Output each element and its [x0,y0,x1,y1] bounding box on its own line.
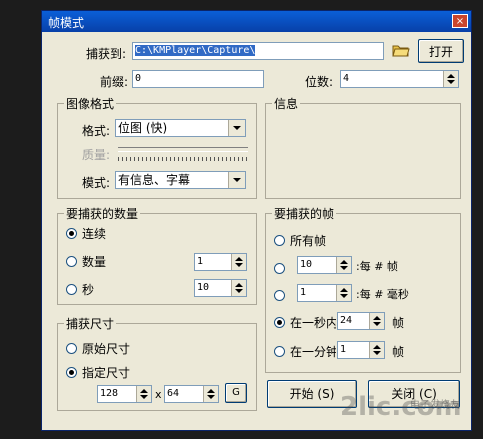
quality-slider[interactable] [118,147,248,161]
window-title: 帧模式 [48,16,85,30]
per-second-label: 在一秒内 [290,316,336,330]
capture-to-label: 捕获到: [86,47,127,61]
format-select[interactable]: 位图 (快) [115,119,246,137]
capture-path-field[interactable]: C:\KMPlayer\Capture\ [132,42,384,60]
continuous-label: 连续 [82,227,107,241]
title-bar[interactable]: 帧模式 × [42,11,471,32]
digits-field[interactable]: 4 [340,70,459,88]
seconds-value: 10 [197,282,210,293]
specified-size-radio[interactable] [66,367,77,378]
per-second-value: 24 [340,315,353,326]
per-minute-field[interactable]: 1 [337,341,385,359]
all-frames-radio[interactable] [274,235,285,246]
seconds-field[interactable]: 10 [194,279,247,297]
seconds-label: 秒 [82,283,95,297]
prefix-label: 前缀: [100,75,129,89]
per-second-field[interactable]: 24 [337,312,385,330]
seconds-spinner[interactable] [231,280,246,296]
count-spinner[interactable] [231,254,246,270]
chevron-down-icon[interactable] [228,172,245,188]
per-minute-unit: 帧 [392,345,405,359]
close-icon[interactable]: × [452,14,468,28]
chevron-down-icon[interactable] [228,120,245,136]
mode-value: 有信息、字幕 [118,173,191,187]
every-n-frames-spinner[interactable] [336,257,351,273]
format-value: 位图 (快) [118,121,168,135]
digits-spinner[interactable] [443,71,458,87]
every-n-frames-label: :每 # 帧 [356,260,398,273]
digits-label: 位数: [305,75,334,89]
seconds-radio[interactable] [66,284,77,295]
info-title: 信息 [272,95,301,112]
per-minute-label: 在一分钟 [290,345,336,359]
per-minute-radio[interactable] [274,346,285,357]
width-spinner[interactable] [136,386,151,402]
original-size-radio[interactable] [66,343,77,354]
height-field[interactable]: 64 [164,385,219,403]
height-spinner[interactable] [203,386,218,402]
mode-select[interactable]: 有信息、字幕 [115,171,246,189]
info-group: 信息 [265,95,461,199]
every-ms-field[interactable]: 1 [297,284,352,302]
width-value: 128 [100,388,119,399]
frame-mode-dialog: 帧模式 × 捕获到: C:\KMPlayer\Capture\ 打开 (O) 前… [41,10,472,431]
watermark-sub: 电子发烧友 [410,400,460,411]
per-second-unit: 帧 [392,316,405,330]
open-button[interactable]: 打开 (O) [418,39,464,83]
height-value: 64 [167,388,180,399]
every-n-frames-radio[interactable] [274,263,285,274]
quality-slider-ticks [118,157,248,161]
per-second-spinner[interactable] [369,313,384,329]
continuous-radio[interactable] [66,228,77,239]
digits-value: 4 [343,73,350,84]
quality-label: 质量: [82,148,111,162]
count-radio[interactable] [66,256,77,267]
width-field[interactable]: 128 [97,385,152,403]
frames-title: 要捕获的帧 [272,205,337,222]
capture-size-title: 捕获尺寸 [64,315,117,332]
specified-size-label: 指定尺寸 [82,366,131,380]
every-ms-value: 1 [300,287,307,298]
quality-slider-track [118,147,248,152]
mode-label: 模式: [82,176,111,190]
g-button[interactable]: G [225,383,247,403]
every-ms-label: :每 # 毫秒 [356,288,409,301]
per-second-radio[interactable] [274,317,285,328]
prefix-field[interactable]: 0 [132,70,264,88]
all-frames-label: 所有帧 [290,234,327,248]
original-size-label: 原始尺寸 [82,342,131,356]
folder-icon[interactable] [392,43,410,57]
every-ms-radio[interactable] [274,290,285,301]
capture-path-value: C:\KMPlayer\Capture\ [135,45,256,56]
size-separator: x [155,388,162,401]
format-label: 格式: [82,124,111,138]
count-label: 数量 [82,255,107,269]
per-minute-spinner[interactable] [369,342,384,358]
count-field[interactable]: 1 [194,253,247,271]
count-value: 1 [197,256,204,267]
every-n-frames-value: 10 [300,259,313,270]
image-format-title: 图像格式 [64,95,117,112]
every-n-frames-field[interactable]: 10 [297,256,352,274]
per-minute-value: 1 [340,344,347,355]
every-ms-spinner[interactable] [336,285,351,301]
capture-count-title: 要捕获的数量 [64,205,141,222]
